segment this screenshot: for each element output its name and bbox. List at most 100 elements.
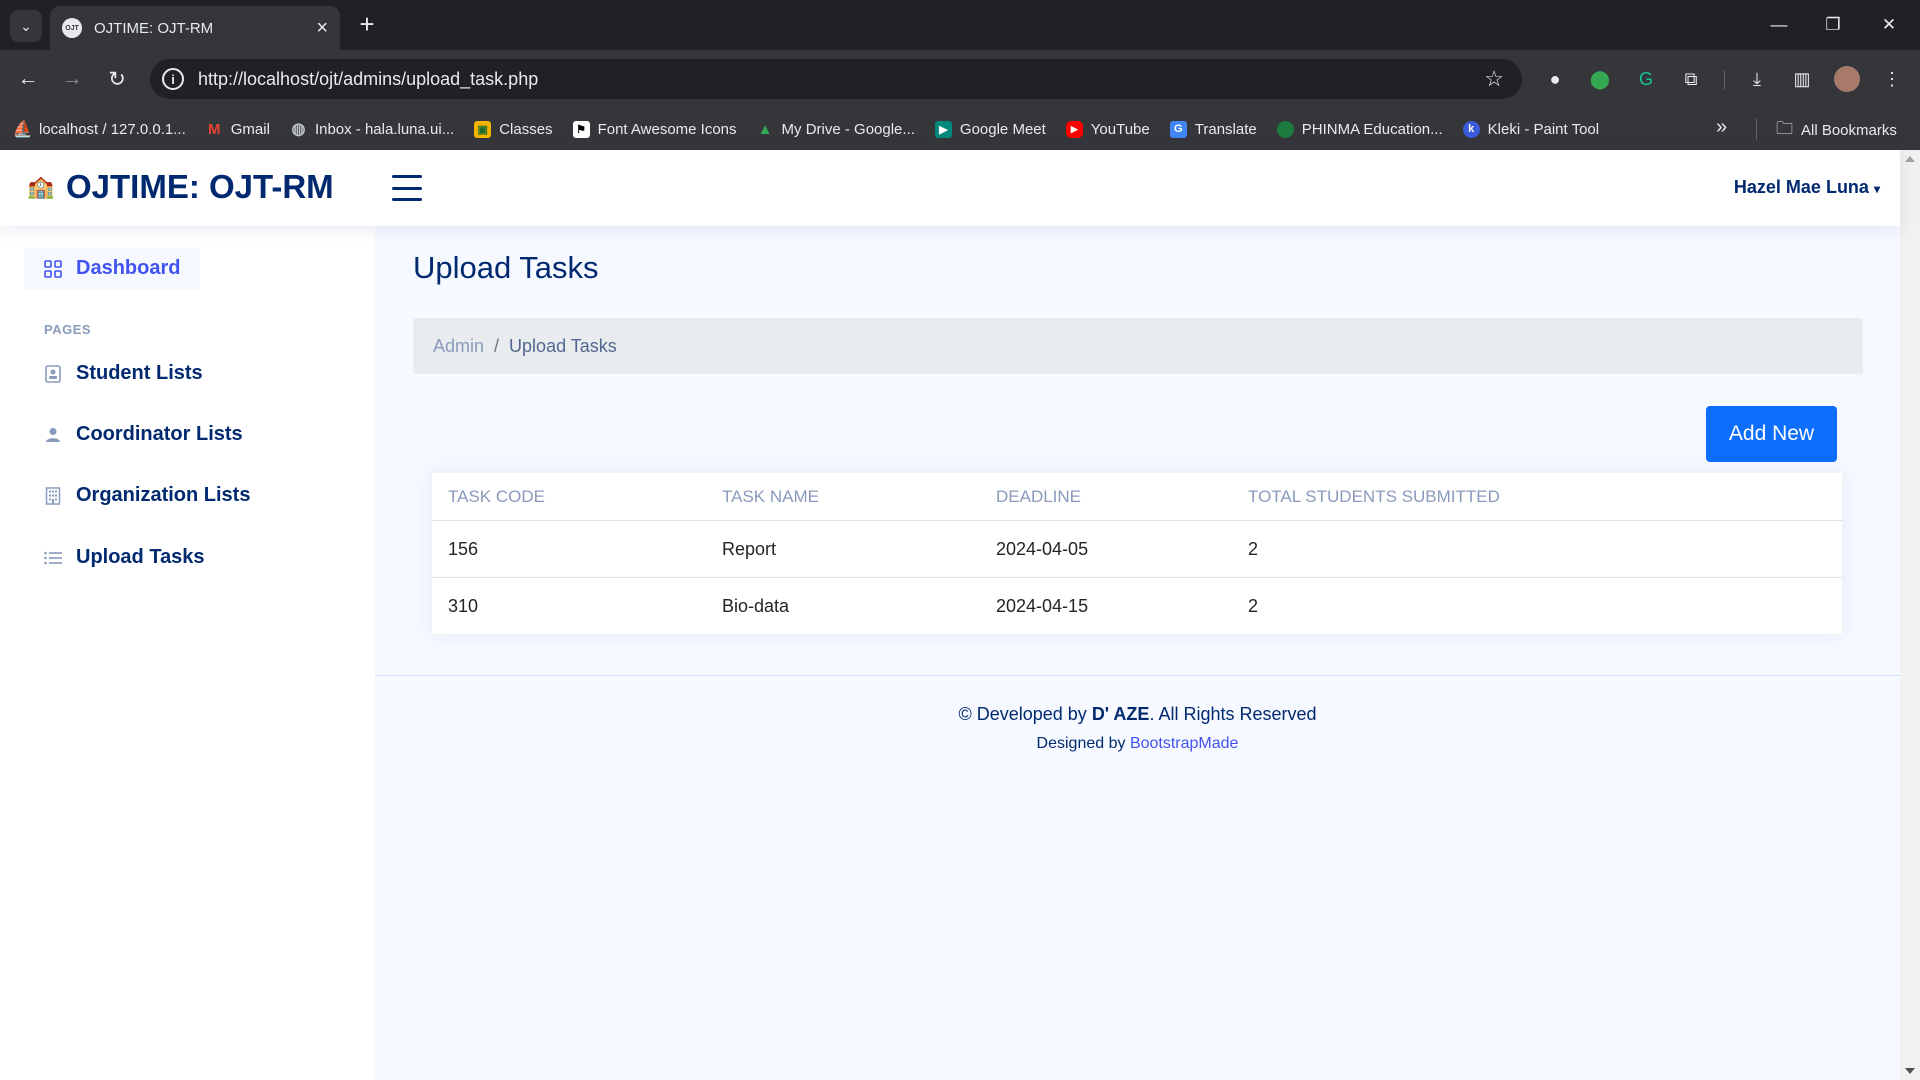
back-button[interactable]: ← <box>12 63 44 95</box>
copyright-suffix: . All Rights Reserved <box>1149 704 1317 724</box>
bookmark-item[interactable]: ▲ My Drive - Google... <box>757 121 915 138</box>
youtube-icon: ▶ <box>1065 120 1083 138</box>
sidebar: Dashboard PAGES Student Lists Coordinato… <box>0 226 375 1080</box>
task-code-cell: 156 <box>448 538 479 559</box>
bookmark-item[interactable]: ◍ Inbox - hala.luna.ui... <box>290 120 455 139</box>
main-content: Upload Tasks Admin / Upload Tasks Add Ne… <box>375 226 1900 1080</box>
tab-search-button[interactable]: ⌄ <box>10 10 42 42</box>
app-header: 🏫 OJTIME: OJT-RM Hazel Mae Luna ▾ <box>0 150 1900 226</box>
folder-icon: 🗀 <box>1776 119 1793 138</box>
toggle-sidebar-icon[interactable] <box>392 175 422 201</box>
caret-down-icon: ▾ <box>1873 182 1880 196</box>
globe-icon: ◍ <box>291 121 306 138</box>
submitted-count-cell: 2 <box>1248 595 1259 616</box>
bookmark-item[interactable]: ⚑ Font Awesome Icons <box>572 120 737 138</box>
side-panel-icon[interactable]: ▥ <box>1789 66 1815 92</box>
bookmark-item[interactable]: ▣ Classes <box>474 120 553 138</box>
download-icon[interactable]: ⤓ <box>1744 66 1770 92</box>
bookmark-item[interactable]: ▶ YouTube <box>1065 120 1150 138</box>
grid-icon <box>44 259 62 278</box>
browser-menu-icon[interactable]: ⋮ <box>1879 66 1905 92</box>
browser-tab-active[interactable]: OJT OJTIME: OJT-RM × <box>50 6 340 50</box>
breadcrumb-separator: / <box>494 335 500 356</box>
bookmark-label: Translate <box>1194 120 1257 138</box>
close-window-button[interactable]: ✕ <box>1866 8 1912 42</box>
google-meet-icon: ▶ <box>934 120 952 138</box>
sidebar-item-organization-lists[interactable]: Organization Lists <box>24 474 270 517</box>
browser-toolbar: ← → ↻ i http://localhost/ojt/admins/uplo… <box>0 50 1920 108</box>
phinma-icon <box>1276 120 1294 138</box>
building-icon <box>44 486 62 505</box>
sidebar-item-label: Dashboard <box>76 257 181 279</box>
minimize-window-button[interactable]: — <box>1756 8 1802 42</box>
tab-title: OJTIME: OJT-RM <box>94 19 214 37</box>
breadcrumb: Admin / Upload Tasks <box>413 318 1863 374</box>
bookmark-item[interactable]: PHINMA Education... <box>1276 120 1443 138</box>
forward-button[interactable]: → <box>56 63 88 95</box>
bookmark-item[interactable]: k Kleki - Paint Tool <box>1462 120 1600 138</box>
android-extension-icon[interactable]: ⬤ <box>1587 66 1613 92</box>
sidebar-item-label: Student Lists <box>76 362 203 384</box>
more-bookmarks-icon[interactable]: » <box>1716 117 1727 137</box>
extensions-puzzle-icon[interactable]: ⧉ <box>1678 66 1704 92</box>
browser-tab-strip: ⌄ OJT OJTIME: OJT-RM × + — ❐ ✕ <box>0 0 1920 50</box>
kleki-icon: k <box>1462 120 1480 138</box>
bookmark-label: YouTube <box>1090 120 1150 138</box>
bookmark-label: localhost / 127.0.0.1... <box>39 120 186 138</box>
profile-avatar-icon[interactable] <box>1834 66 1860 92</box>
google-translate-icon: G <box>1169 120 1187 138</box>
grammarly-icon[interactable]: G <box>1633 66 1659 92</box>
all-bookmarks-button[interactable]: 🗀 All Bookmarks <box>1776 116 1897 145</box>
bookmark-label: Gmail <box>230 120 270 138</box>
credits-text: Designed by BootstrapMade <box>375 735 1900 753</box>
chevron-down-icon: ⌄ <box>20 17 32 34</box>
sidebar-item-label: Upload Tasks <box>76 546 205 568</box>
logo-text: OJTIME: OJT-RM <box>66 168 334 205</box>
bookmarks-divider <box>1756 118 1757 140</box>
new-tab-button[interactable]: + <box>352 10 382 40</box>
bookmark-label: Kleki - Paint Tool <box>1487 120 1600 138</box>
sidebar-item-label: Coordinator Lists <box>76 423 243 445</box>
bootstrapmade-link[interactable]: BootstrapMade <box>1130 735 1239 752</box>
page-title: Upload Tasks <box>413 250 599 285</box>
bookmark-label: Inbox - hala.luna.ui... <box>314 120 455 138</box>
sidebar-item-student-lists[interactable]: Student Lists <box>24 352 223 395</box>
close-tab-icon[interactable]: × <box>316 18 328 38</box>
table-row[interactable]: 310 Bio-data 2024-04-15 2 <box>432 578 1842 634</box>
scroll-down-arrow-icon[interactable] <box>1905 1068 1915 1074</box>
bookmark-star-icon[interactable]: ☆ <box>1484 66 1504 92</box>
sidebar-item-upload-tasks[interactable]: Upload Tasks <box>24 536 225 579</box>
address-bar[interactable]: i http://localhost/ojt/admins/upload_tas… <box>150 59 1522 99</box>
site-info-icon[interactable]: i <box>162 68 184 90</box>
table-header-row: TASK CODE TASK NAME DEADLINE TOTAL STUDE… <box>432 473 1842 521</box>
task-name-cell: Report <box>722 538 777 559</box>
bookmark-label: Google Meet <box>959 120 1046 138</box>
bookmark-item[interactable]: ⛵ localhost / 127.0.0.1... <box>12 120 186 139</box>
breadcrumb-admin-link[interactable]: Admin <box>433 336 484 357</box>
page-scrollbar[interactable] <box>1900 150 1920 1080</box>
person-icon <box>44 426 62 444</box>
copyright-prefix: © Developed by <box>958 704 1092 724</box>
bookmark-item[interactable]: ▶ Google Meet <box>934 120 1046 138</box>
column-header: TASK CODE <box>448 486 545 506</box>
sidebar-item-dashboard[interactable]: Dashboard <box>24 247 201 290</box>
add-new-button[interactable]: Add New <box>1706 406 1837 462</box>
column-header: TOTAL STUDENTS SUBMITTED <box>1248 486 1500 506</box>
logo-icon: 🏫 <box>27 174 55 199</box>
bookmark-item[interactable]: M Gmail <box>206 121 270 138</box>
table-row[interactable]: 156 Report 2024-04-05 2 <box>432 521 1842 578</box>
bookmark-item[interactable]: G Translate <box>1169 120 1257 138</box>
phpmyadmin-icon: ⛵ <box>12 121 33 138</box>
user-profile-dropdown[interactable]: Hazel Mae Luna ▾ <box>1734 177 1880 198</box>
url-text[interactable]: http://localhost/ojt/admins/upload_task.… <box>198 69 1484 90</box>
reload-button[interactable]: ↻ <box>101 63 133 95</box>
logo[interactable]: 🏫 OJTIME: OJT-RM <box>27 168 334 206</box>
task-code-cell: 310 <box>448 595 479 616</box>
sidebar-item-coordinator-lists[interactable]: Coordinator Lists <box>24 413 263 456</box>
toolbar-divider <box>1724 70 1725 90</box>
submitted-count-cell: 2 <box>1248 538 1259 559</box>
restore-window-button[interactable]: ❐ <box>1810 8 1856 42</box>
scroll-up-arrow-icon[interactable] <box>1905 156 1915 162</box>
extension-icon[interactable]: ● <box>1542 66 1568 92</box>
list-icon <box>44 549 62 567</box>
